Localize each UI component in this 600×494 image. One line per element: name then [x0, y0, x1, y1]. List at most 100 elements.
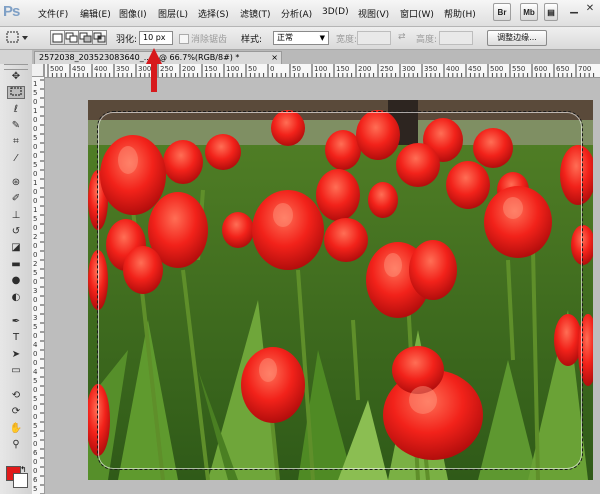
- ruler-top-label: 100: [314, 65, 328, 73]
- pen-tool-icon[interactable]: ✒: [7, 315, 25, 328]
- bridge-button[interactable]: Br: [493, 3, 511, 21]
- options-bar: 羽化: 10 px 消除锯齿 样式: 正常 ▼ 宽度: ⇄ 高度: 调整边缘..…: [0, 27, 600, 50]
- ruler-left-label: 0: [33, 143, 38, 151]
- menu-edit[interactable]: 编辑(E): [80, 7, 111, 20]
- ruler-left-label: 0: [33, 170, 38, 178]
- ruler-top-label: 100: [226, 65, 240, 73]
- lasso-tool-icon[interactable]: ℓ: [7, 103, 25, 116]
- ruler-left-label: 0: [33, 467, 38, 475]
- marquee-tool-icon[interactable]: [7, 86, 25, 99]
- ruler-top-label: 500: [50, 65, 64, 73]
- brush-tool-icon[interactable]: ✐: [7, 192, 25, 205]
- ruler-top-label: 500: [490, 65, 504, 73]
- style-label: 样式:: [241, 35, 263, 45]
- subtract-selection-icon[interactable]: [78, 30, 93, 45]
- menu-3d[interactable]: 3D(D): [322, 7, 349, 17]
- new-selection-icon[interactable]: [50, 30, 65, 45]
- selection-marquee[interactable]: [97, 111, 583, 470]
- quick-select-tool-icon[interactable]: ✎: [7, 119, 25, 132]
- ruler-left-label: 0: [33, 188, 38, 196]
- ruler-top-label: 550: [512, 65, 526, 73]
- hand-tool-icon[interactable]: ✋: [7, 422, 25, 435]
- menu-filter[interactable]: 滤镜(T): [240, 7, 271, 20]
- 3d-orbit-icon[interactable]: ⟳: [7, 405, 25, 418]
- antialias-checkbox[interactable]: [179, 34, 189, 44]
- minimize-icon[interactable]: ▁: [567, 3, 581, 17]
- path-select-icon[interactable]: ➤: [7, 348, 25, 361]
- ruler-left-label: 5: [33, 215, 38, 223]
- type-tool-icon[interactable]: T: [7, 331, 25, 344]
- ruler-origin[interactable]: [32, 64, 44, 77]
- intersect-selection-icon[interactable]: [92, 30, 107, 45]
- ruler-left-label: 5: [33, 422, 38, 430]
- tools-panel: ✥ ℓ ✎ ⌗ ⁄ ⊛ ✐ ⊥ ↺ ◪ ▬ ● ◐ ✒ T ➤ ▭ ⟲ ⟳ ✋ …: [0, 64, 33, 494]
- menu-view[interactable]: 视图(V): [358, 7, 389, 20]
- 3d-rotate-icon[interactable]: ⟲: [7, 389, 25, 402]
- close-window-icon[interactable]: ✕: [583, 3, 597, 17]
- vertical-ruler: 1501005005010015020025030035040045050055…: [32, 64, 45, 494]
- ruler-top-label: 150: [336, 65, 350, 73]
- history-brush-icon[interactable]: ↺: [7, 225, 25, 238]
- healing-brush-icon[interactable]: ⊛: [7, 176, 25, 189]
- menu-window[interactable]: 窗口(W): [400, 7, 434, 20]
- ruler-top-label: 350: [116, 65, 130, 73]
- move-tool-icon[interactable]: ✥: [7, 70, 25, 83]
- app-logo: Ps: [3, 3, 20, 20]
- add-selection-icon[interactable]: [64, 30, 79, 45]
- ruler-left-label: 4: [33, 368, 38, 376]
- background-color-swatch[interactable]: [13, 473, 28, 488]
- eyedropper-tool-icon[interactable]: ⁄: [7, 152, 25, 165]
- height-field[interactable]: [439, 31, 473, 45]
- horizontal-ruler: 500 450 400 350 300 250 200 150 100 50 0 50 100 150 20…: [44, 64, 600, 78]
- ruler-left-label: 0: [33, 98, 38, 106]
- menu-analysis[interactable]: 分析(A): [281, 7, 312, 20]
- gradient-tool-icon[interactable]: ▬: [7, 258, 25, 271]
- ruler-top-label: 200: [358, 65, 372, 73]
- ruler-left-label: 2: [33, 260, 38, 268]
- ruler-top-label: 50: [292, 65, 301, 73]
- tool-preset-icon[interactable]: [6, 30, 28, 45]
- feather-label: 羽化:: [116, 35, 138, 45]
- ruler-left-label: 0: [33, 152, 38, 160]
- ruler-top-label: 650: [556, 65, 570, 73]
- clone-stamp-icon[interactable]: ⊥: [7, 209, 25, 222]
- mini-bridge-button[interactable]: Mb: [520, 3, 538, 21]
- menu-image[interactable]: 图像(I): [119, 7, 147, 20]
- ruler-left-label: 0: [33, 404, 38, 412]
- ruler-left-label: 1: [33, 80, 38, 88]
- swap-icon[interactable]: ⇄: [398, 32, 406, 42]
- ruler-left-label: 0: [33, 413, 38, 421]
- width-field[interactable]: [357, 31, 391, 45]
- ruler-top-label: 300: [402, 65, 416, 73]
- ruler-top-label: 700: [578, 65, 592, 73]
- menu-select[interactable]: 选择(S): [198, 7, 229, 20]
- ruler-left-label: 0: [33, 305, 38, 313]
- style-select[interactable]: 正常 ▼: [273, 31, 329, 45]
- ruler-top-label: 600: [534, 65, 548, 73]
- feather-input[interactable]: 10 px: [139, 31, 173, 45]
- view-extras-button[interactable]: ▤: [544, 3, 558, 21]
- dodge-tool-icon[interactable]: ◐: [7, 291, 25, 304]
- shape-tool-icon[interactable]: ▭: [7, 364, 25, 377]
- document-title: 2572038_203523083640_...g @ 66.7%(RGB/8#…: [39, 53, 240, 62]
- ruler-left-label: 6: [33, 476, 38, 484]
- ruler-left-label: 0: [33, 440, 38, 448]
- menu-layer[interactable]: 图层(L): [158, 7, 188, 20]
- ruler-left-label: 0: [33, 278, 38, 286]
- ruler-left-label: 0: [33, 116, 38, 124]
- swap-colors-icon[interactable]: ↰: [20, 465, 27, 474]
- antialias-label: 消除锯齿: [191, 35, 228, 45]
- blur-tool-icon[interactable]: ●: [7, 274, 25, 287]
- refine-edge-button[interactable]: 调整边缘...: [487, 30, 547, 46]
- ruler-left-label: 3: [33, 287, 38, 295]
- eraser-tool-icon[interactable]: ◪: [7, 241, 25, 254]
- crop-tool-icon[interactable]: ⌗: [7, 135, 25, 148]
- menu-help[interactable]: 帮助(H): [444, 7, 476, 20]
- zoom-tool-icon[interactable]: ⚲: [7, 438, 25, 451]
- document-tab-bar: 2572038_203523083640_...g @ 66.7%(RGB/8#…: [32, 50, 600, 64]
- ruler-top-label: 250: [160, 65, 174, 73]
- ruler-top-label: 250: [380, 65, 394, 73]
- close-icon[interactable]: ×: [271, 52, 278, 63]
- ruler-left-label: 0: [33, 251, 38, 259]
- menu-file[interactable]: 文件(F): [38, 7, 68, 20]
